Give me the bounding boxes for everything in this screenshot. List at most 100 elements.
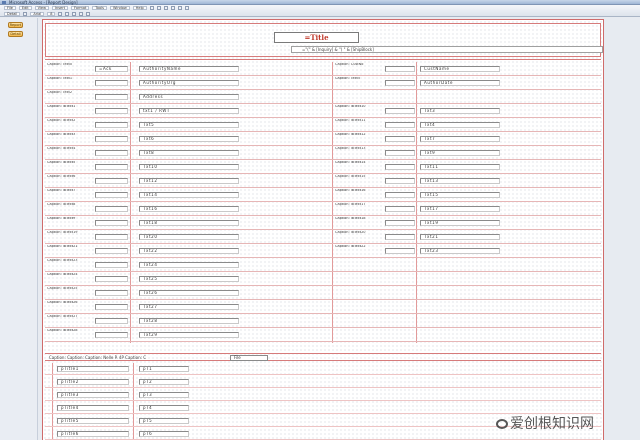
footer-value-textbox[interactable]: pT4 [139,405,189,411]
field-textbox[interactable]: Txt17 [420,206,500,212]
footer-label-textbox[interactable]: pTitle6 [57,431,129,437]
toolbar-button[interactable] [72,11,77,16]
field-textbox[interactable] [95,276,128,282]
toolbar-button[interactable] [170,5,175,10]
field-textbox[interactable] [95,164,128,170]
field-textbox[interactable] [95,318,128,324]
field-textbox[interactable]: Txt23 [420,248,500,254]
field-textbox[interactable]: Txt9 [420,150,500,156]
field-textbox[interactable]: Txt25 [139,276,239,282]
field-textbox[interactable] [95,248,128,254]
menu-item[interactable]: Edit [18,5,32,10]
footer-value-textbox[interactable]: pT6 [139,431,189,437]
field-textbox[interactable] [95,290,128,296]
field-textbox[interactable]: Txt28 [139,318,239,324]
field-textbox[interactable] [95,178,128,184]
field-textbox[interactable] [385,178,415,184]
field-textbox[interactable] [385,192,415,198]
menu-item[interactable]: View [34,5,49,10]
format-control[interactable]: Detail [4,11,21,16]
toolbar-button[interactable] [156,5,161,10]
field-textbox[interactable] [95,108,128,114]
field-textbox[interactable] [95,122,128,128]
footer-label-textbox[interactable]: pTitle4 [57,405,129,411]
field-textbox[interactable]: Txt5 [139,122,239,128]
menu-item[interactable]: File [4,5,16,10]
field-textbox[interactable]: Txt8 [139,150,239,156]
toolbar-button[interactable] [65,11,70,16]
field-textbox[interactable]: AuthorityOrg [139,80,239,86]
field-textbox[interactable]: Txt6 [139,136,239,142]
toolbar-button[interactable] [86,11,91,16]
field-textbox[interactable]: Txt10 [139,164,239,170]
field-textbox[interactable]: Txt16 [139,206,239,212]
field-textbox[interactable] [385,206,415,212]
field-textbox[interactable] [385,80,415,86]
field-textbox[interactable] [95,136,128,142]
footer-value-textbox[interactable]: pT2 [139,379,189,385]
footer-label-textbox[interactable]: pTitle5 [57,418,129,424]
toolbar-button[interactable] [163,5,168,10]
field-textbox[interactable]: Txt4 [420,122,500,128]
field-textbox[interactable]: txt1 / RWT [139,108,239,114]
field-textbox[interactable] [95,220,128,226]
field-textbox[interactable]: Txt18 [139,220,239,226]
field-textbox[interactable] [385,220,415,226]
field-textbox[interactable]: CustName [420,66,500,72]
field-textbox[interactable] [95,304,128,310]
footer-value-textbox[interactable]: pT1 [139,366,189,372]
field-textbox[interactable] [95,262,128,268]
field-textbox[interactable]: Address [139,94,239,100]
footer-label-textbox[interactable]: pTitle3 [57,392,129,398]
field-textbox[interactable] [385,122,415,128]
field-textbox[interactable]: Txt7 [420,136,500,142]
menu-item[interactable]: Tools [92,5,107,10]
field-textbox[interactable]: Txt27 [139,304,239,310]
field-textbox[interactable]: AuthorDate [420,80,500,86]
footer-value-textbox[interactable]: pT5 [139,418,189,424]
field-textbox[interactable] [95,332,128,338]
field-textbox[interactable] [95,80,128,86]
field-textbox[interactable]: Txt26 [139,290,239,296]
toolbar-button[interactable] [23,11,28,16]
field-textbox[interactable]: Txt14 [139,192,239,198]
field-textbox[interactable]: Txt21 [420,234,500,240]
field-textbox[interactable]: Txt15 [420,192,500,198]
format-control[interactable]: Arial [30,11,45,16]
field-textbox[interactable]: Txt24 [139,262,239,268]
field-textbox[interactable]: Txt11 [420,164,500,170]
field-textbox[interactable]: AuthorityName [139,66,239,72]
toolbar-button[interactable] [149,5,154,10]
field-textbox[interactable]: =Ack [95,66,128,72]
report-button[interactable]: Report [8,22,23,28]
menu-item[interactable]: Window [109,5,130,10]
field-textbox[interactable] [95,150,128,156]
field-textbox[interactable] [385,108,415,114]
field-textbox[interactable]: Txt29 [139,332,239,338]
field-textbox[interactable] [385,136,415,142]
field-textbox[interactable] [95,94,128,100]
toolbar-button[interactable] [58,11,63,16]
toolbar-button[interactable] [177,5,182,10]
toolbar-button[interactable] [79,11,84,16]
field-textbox[interactable]: Txt19 [420,220,500,226]
menu-item[interactable]: Format [71,5,90,10]
footer-label-textbox[interactable]: pTitle1 [57,366,129,372]
field-textbox[interactable] [385,248,415,254]
field-textbox[interactable] [95,206,128,212]
field-textbox[interactable]: Txt13 [420,178,500,184]
field-textbox[interactable]: Txt12 [139,178,239,184]
field-textbox[interactable]: Txt3 [420,108,500,114]
report-title-textbox[interactable]: =Title [274,32,359,43]
menu-item[interactable]: Insert [51,5,68,10]
footer-value-textbox[interactable]: pT3 [139,392,189,398]
footer-textbox[interactable]: File [230,355,268,361]
field-textbox[interactable] [385,150,415,156]
footer-label-textbox[interactable]: pTitle2 [57,379,129,385]
field-textbox[interactable] [95,234,128,240]
field-textbox[interactable]: Txt22 [139,248,239,254]
field-textbox[interactable] [95,192,128,198]
detail-button[interactable]: Detail [8,31,23,37]
field-textbox[interactable] [385,234,415,240]
field-textbox[interactable] [385,164,415,170]
